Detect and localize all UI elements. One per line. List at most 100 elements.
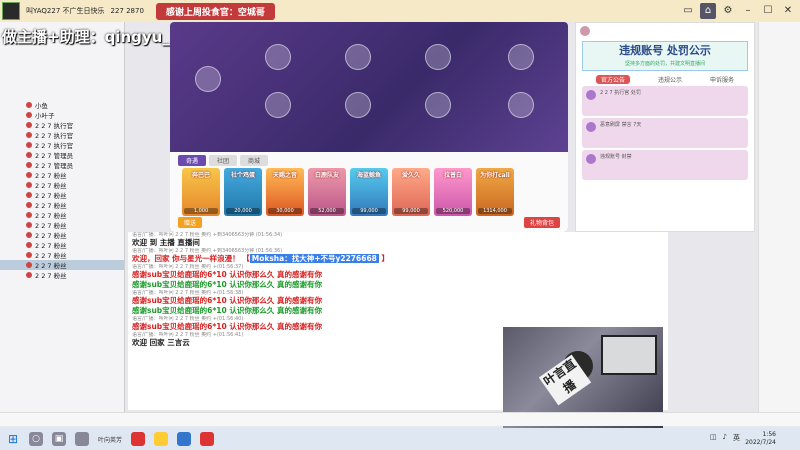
gift-card[interactable]: 社个鸡蛋 20,000: [224, 168, 262, 216]
gift-tab[interactable]: 奇遇: [178, 155, 207, 166]
chat-highlight[interactable]: Moksha：找大神+不号y2276668: [249, 254, 379, 263]
member-row[interactable]: 2 2 7 粉丝: [0, 250, 124, 260]
member-row[interactable]: 2 2 7 粉丝: [0, 270, 124, 280]
gift-price: 1314,000: [478, 208, 512, 214]
gift-name: 天赐之音: [272, 172, 297, 179]
notice-header: [576, 23, 754, 39]
member-row[interactable]: 2 2 7 执行官: [0, 120, 124, 130]
member-row[interactable]: 2 2 7 粉丝: [0, 210, 124, 220]
game-slot[interactable]: [345, 92, 371, 118]
chat-text: 欢迎，回家 你与星光一样浪漫！ 【: [132, 254, 250, 263]
member-row[interactable]: 2 2 7 粉丝: [0, 190, 124, 200]
game-slot[interactable]: [345, 44, 371, 70]
gift-card[interactable]: 为你打call 1314,000: [476, 168, 514, 216]
stats-text: 227 2870: [110, 7, 144, 15]
member-row[interactable]: 2 2 7 粉丝: [0, 200, 124, 210]
netease-icon[interactable]: [131, 432, 146, 446]
game-slot[interactable]: [265, 44, 291, 70]
game-slot[interactable]: [508, 44, 534, 70]
app4-icon[interactable]: [200, 432, 215, 446]
avatar: [586, 154, 596, 164]
gift-price: 99,000: [352, 208, 386, 214]
chat-input-bar[interactable]: [0, 412, 800, 426]
member-name: 2 2 7 粉丝: [35, 222, 67, 230]
home-icon[interactable]: ⌂: [700, 3, 716, 19]
volume-icon[interactable]: ♪: [723, 433, 727, 443]
member-row[interactable]: 2 2 7 粉丝: [0, 220, 124, 230]
member-name: 2 2 7 粉丝: [35, 192, 67, 200]
member-row[interactable]: 小鱼: [0, 100, 124, 110]
member-name: 2 2 7 粉丝: [35, 272, 67, 280]
badge-icon: [26, 162, 32, 168]
badge-icon: [26, 242, 32, 248]
member-row[interactable]: 2 2 7 执行官: [0, 130, 124, 140]
notice-entry[interactable]: 2 2 7 执行官 处罚: [582, 86, 748, 116]
member-name: 2 2 7 执行官: [35, 132, 74, 140]
notice-entry[interactable]: 违规账号 封禁: [582, 150, 748, 180]
member-row[interactable]: 2 2 7 粉丝: [0, 260, 124, 270]
screen-icon[interactable]: ▭: [680, 3, 696, 19]
gift-card[interactable]: 奔巴巴 1,000: [182, 168, 220, 216]
gift-tab[interactable]: 商城: [240, 155, 269, 166]
member-name: 2 2 7 执行官: [35, 142, 74, 150]
member-name: 2 2 7 粉丝: [35, 182, 67, 190]
member-row[interactable]: 小叶子: [0, 110, 124, 120]
app3-icon[interactable]: [177, 432, 192, 446]
minimize-button[interactable]: –: [740, 3, 756, 19]
member-row[interactable]: 2 2 7 管理员: [0, 160, 124, 170]
network-icon[interactable]: ◫: [710, 433, 717, 443]
gift-card[interactable]: 白鹿队友 52,000: [308, 168, 346, 216]
badge-icon: [26, 102, 32, 108]
member-row[interactable]: 2 2 7 粉丝: [0, 170, 124, 180]
chat-message: 感谢sub宝贝给鹿瑶的6*10 认识你那么久 真的感谢有你: [128, 280, 668, 290]
taskbar-app-label[interactable]: 叶向英芳: [98, 435, 122, 444]
gift-card[interactable]: 海蓝鲸鱼 99,000: [350, 168, 388, 216]
member-name: 2 2 7 执行官: [35, 122, 74, 130]
member-row[interactable]: 2 2 7 粉丝: [0, 240, 124, 250]
game-slot[interactable]: [265, 92, 291, 118]
member-row[interactable]: 2 2 7 管理员: [0, 150, 124, 160]
app2-icon[interactable]: [154, 432, 169, 446]
badge-icon: [26, 202, 32, 208]
badge-icon: [26, 172, 32, 178]
gift-card[interactable]: 拉普白 520,000: [434, 168, 472, 216]
badge-icon: [26, 212, 32, 218]
gear-icon[interactable]: ⚙: [720, 3, 736, 19]
gift-card[interactable]: 爱久久 99,000: [392, 168, 430, 216]
member-name: 2 2 7 粉丝: [35, 172, 67, 180]
app-logo-icon: [2, 2, 20, 20]
send-button[interactable]: 赠送: [178, 216, 203, 228]
notice-tab[interactable]: 官方公告: [595, 75, 630, 84]
member-row[interactable]: 2 2 7 执行官: [0, 140, 124, 150]
app-icon[interactable]: [75, 432, 89, 446]
maximize-button[interactable]: ☐: [760, 3, 776, 19]
lang-indicator[interactable]: 英: [733, 433, 740, 443]
windows-start-icon[interactable]: ⊞: [6, 432, 20, 446]
notice-tab[interactable]: 违规公示: [658, 75, 682, 84]
badge-icon: [26, 112, 32, 118]
taskview-icon[interactable]: ▣: [52, 432, 66, 446]
game-slot[interactable]: [195, 66, 221, 92]
clock[interactable]: 1:56 2022/7/24: [745, 431, 776, 447]
title-bar: 叫YAQ227 不广生日快乐 227 2870 感谢上周投食官：空城哥 ▭ ⌂ …: [0, 0, 800, 22]
tray: ◫ ♪ 英: [710, 433, 740, 443]
notice-tabs: 官方公告 违规公示 申诉服务: [582, 75, 748, 84]
game-slot[interactable]: [425, 92, 451, 118]
badge-icon: [26, 232, 32, 238]
game-slot[interactable]: [508, 92, 534, 118]
member-name: 小鱼: [35, 102, 48, 110]
member-row[interactable]: 2 2 7 粉丝: [0, 180, 124, 190]
chat-text: 感谢sub宝贝给鹿瑶的6*10 认识你那么久 真的感谢有你: [132, 296, 322, 305]
gift-card[interactable]: 天赐之音 30,000: [266, 168, 304, 216]
gift-tabs: 奇遇 社团 商城: [178, 155, 269, 166]
close-button[interactable]: ✕: [780, 3, 796, 19]
notice-tab[interactable]: 申诉服务: [710, 75, 734, 84]
clock-date: 2022/7/24: [745, 439, 776, 446]
search-icon[interactable]: ○: [29, 432, 43, 446]
gift-tab[interactable]: 社团: [209, 155, 238, 166]
gift-bag-button[interactable]: 礼物背包: [523, 216, 560, 228]
member-row[interactable]: 2 2 7 粉丝: [0, 230, 124, 240]
notice-entry[interactable]: 恶意刷屏 禁言 7天: [582, 118, 748, 148]
game-slot[interactable]: [425, 44, 451, 70]
member-name: 2 2 7 粉丝: [35, 202, 67, 210]
